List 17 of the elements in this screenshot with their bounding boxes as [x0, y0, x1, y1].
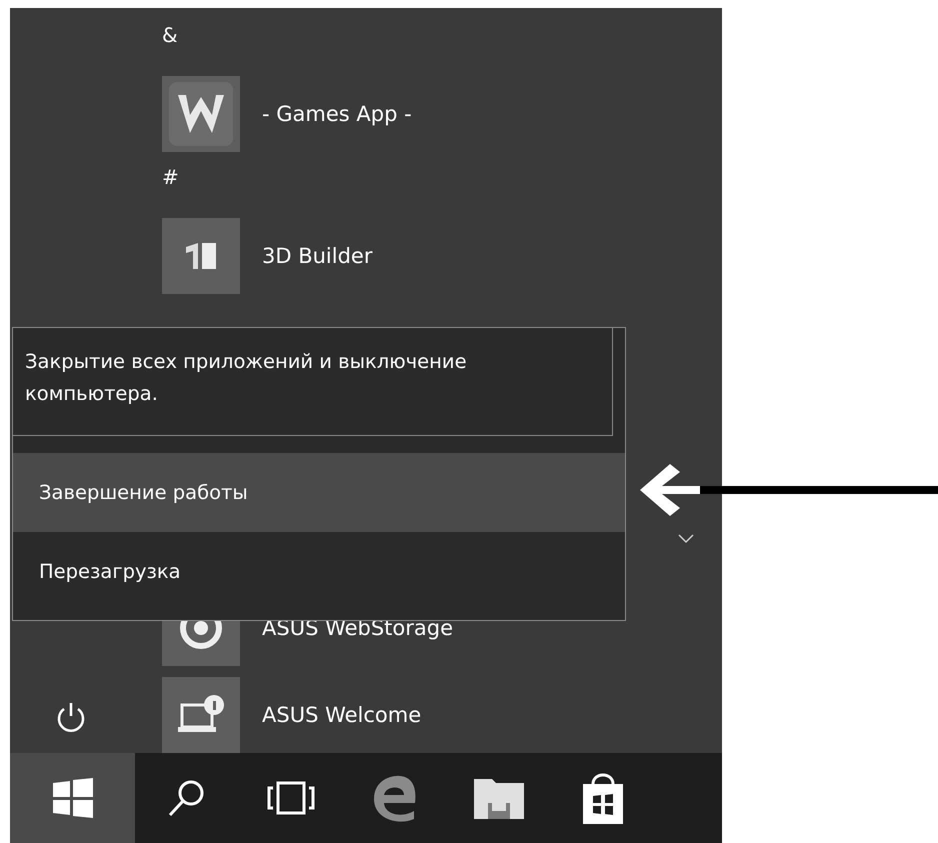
app-name[interactable]: ASUS Welcome — [262, 703, 422, 727]
power-icon[interactable] — [56, 701, 86, 733]
panel-icon — [184, 241, 218, 271]
chevron-down-icon[interactable] — [678, 534, 694, 544]
group-letter: & — [162, 22, 178, 49]
group-letter: # — [162, 164, 179, 191]
w-logo-icon — [168, 81, 234, 147]
app-tile[interactable] — [162, 218, 240, 294]
app-name[interactable]: - Games App - — [262, 102, 412, 126]
windows-logo-icon — [52, 778, 92, 818]
tooltip: Закрытие всех приложений и выключение компьютера. — [13, 328, 613, 436]
app-tile[interactable] — [162, 677, 240, 753]
app-tile[interactable] — [162, 76, 240, 152]
task-view-icon — [266, 780, 316, 816]
taskbar-button[interactable] — [10, 753, 135, 843]
menu-item[interactable]: Завершение работы — [13, 453, 625, 532]
app-name[interactable]: 3D Builder — [262, 244, 372, 268]
